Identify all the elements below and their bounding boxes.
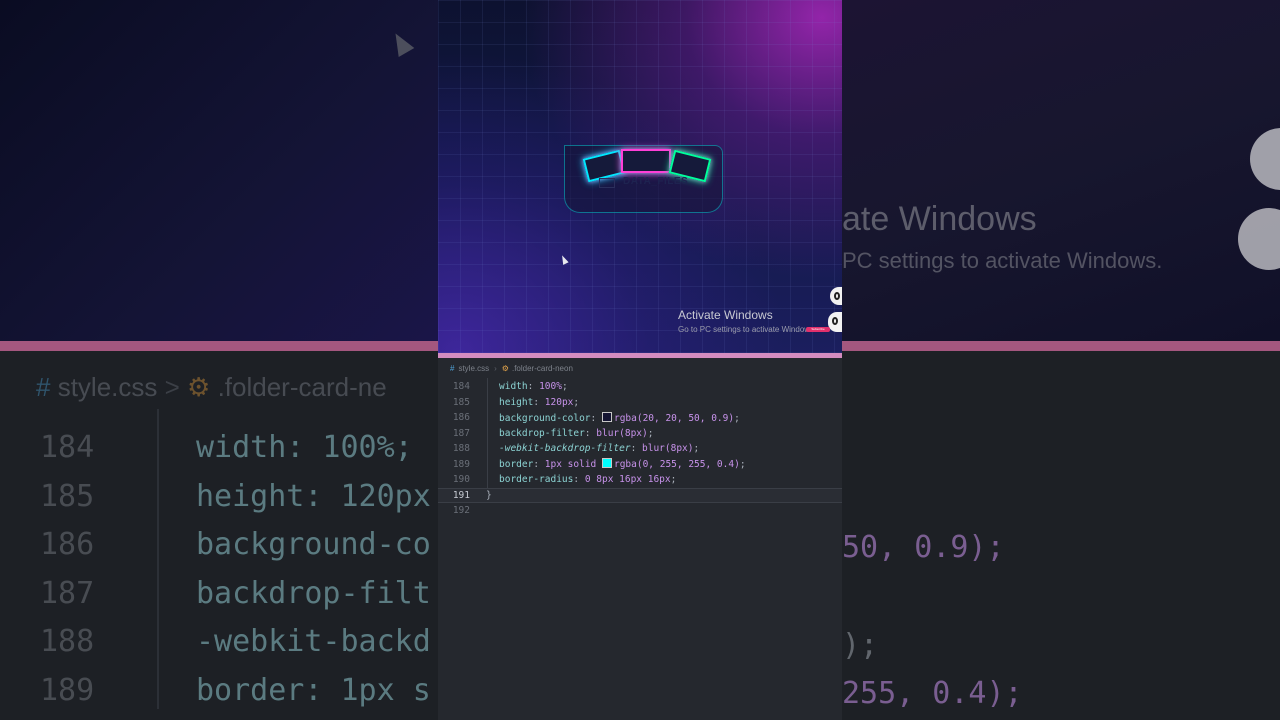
left-backdrop-code: backdrop-filt xyxy=(196,575,431,611)
line-number: 185 xyxy=(452,396,470,408)
folder-label: DATA_FILES xyxy=(623,176,689,187)
right-backdrop-row: 255, 0.4); xyxy=(842,676,1023,711)
color-swatch[interactable] xyxy=(601,458,612,469)
left-backdrop-breadcrumb: # style.css > ⚙ .folder-card-ne xyxy=(36,372,387,402)
code-text: backdrop-filter: blur(8px); xyxy=(499,427,654,439)
code-text: background-color: rgba(20, 20, 50, 0.9); xyxy=(499,411,740,424)
css-value: blur(8px) xyxy=(642,443,694,455)
left-backdrop-crumb-selector: .folder-card-ne xyxy=(217,372,387,402)
code-line[interactable]: 187 backdrop-filter: blur(8px); xyxy=(438,426,842,442)
left-backdrop-line-number: 188 xyxy=(40,624,95,659)
color-swatch[interactable] xyxy=(601,411,612,422)
left-backdrop-crumb-file: style.css xyxy=(57,372,158,402)
left-backdrop-code: -webkit-backd xyxy=(196,624,431,659)
line-number: 184 xyxy=(452,381,470,393)
right-blurred-backdrop: ate Windows PC settings to activate Wind… xyxy=(842,0,1280,720)
line-number: 189 xyxy=(452,458,470,470)
css-property: background-color xyxy=(499,412,591,424)
floating-widget-icon[interactable] xyxy=(830,287,842,305)
left-backdrop-code: border: 1px s xyxy=(196,672,431,708)
floating-widget-icon[interactable] xyxy=(828,312,842,332)
folder-tab-middle xyxy=(621,149,671,173)
code-text: border-radius: 0 8px 16px 16px; xyxy=(499,474,677,486)
right-backdrop-preview xyxy=(842,0,1280,342)
activate-windows-watermark: Activate Windows Go to PC settings to ac… xyxy=(678,308,816,334)
breadcrumb-selector[interactable]: .folder-card-neon xyxy=(512,364,573,373)
css-property: backdrop-filter xyxy=(499,427,585,439)
code-line[interactable]: 190 border-radius: 0 8px 16px 16px; xyxy=(438,472,842,488)
css-property: width xyxy=(499,381,528,393)
code-text: } xyxy=(486,490,492,501)
line-number: 192 xyxy=(452,505,470,517)
css-property: border-radius xyxy=(499,474,574,486)
left-backdrop-code: background-co xyxy=(196,527,431,562)
code-line[interactable]: 189 border: 1px solid rgba(0, 255, 255, 0… xyxy=(438,457,842,473)
code-line[interactable]: 185 height: 120px; xyxy=(438,395,842,411)
code-line[interactable]: 192 xyxy=(438,503,842,519)
left-backdrop-line-number: 184 xyxy=(40,430,95,465)
left-backdrop-accent-bar xyxy=(0,341,438,351)
code-editor[interactable]: # style.css › ⚙ .folder-card-neon 184 wid… xyxy=(438,358,842,720)
code-line[interactable]: 186 background-color: rgba(20, 20, 50, 0.… xyxy=(438,410,842,426)
breadcrumb-file[interactable]: style.css xyxy=(458,364,489,373)
left-backdrop-line-number: 185 xyxy=(40,478,95,514)
line-number: 190 xyxy=(452,474,470,486)
chevron-right-icon: › xyxy=(494,363,497,373)
css-file-icon: # xyxy=(450,363,455,373)
main-video-panel: DATA_FILES Activate Windows Go to PC set… xyxy=(438,0,842,720)
left-backdrop-code: width: 100%; xyxy=(196,430,413,465)
left-backdrop-line-number: 186 xyxy=(40,527,95,562)
line-number: 188 xyxy=(452,443,470,455)
line-number: 186 xyxy=(452,412,470,424)
selector-icon: ⚙ xyxy=(501,363,509,373)
css-value: 0 8px 16px 16px xyxy=(584,474,671,486)
code-token: } xyxy=(486,489,492,501)
line-number: 187 xyxy=(452,427,470,439)
css-value: rgba(20, 20, 50, 0.9) xyxy=(613,412,735,424)
right-backdrop-accent-bar xyxy=(842,341,1280,351)
activate-subtitle: Go to PC settings to activate Windows. xyxy=(678,325,817,334)
left-backdrop-line-number: 187 xyxy=(40,575,95,611)
left-backdrop-gutter xyxy=(157,409,159,709)
folder-card-neon[interactable]: DATA_FILES xyxy=(564,145,723,213)
left-blurred-backdrop: # style.css > ⚙ .folder-card-ne 184 width… xyxy=(0,0,438,720)
css-property: -webkit-backdrop-filter xyxy=(499,443,631,455)
code-line[interactable]: 188 -webkit-backdrop-filter: blur(8px); xyxy=(438,441,842,457)
left-backdrop-preview xyxy=(0,0,438,342)
css-value: rgba(0, 255, 255, 0.4) xyxy=(613,459,740,471)
css-value: 100% xyxy=(539,381,562,393)
line-number: 191 xyxy=(452,489,470,501)
css-value: 1px solid xyxy=(544,459,602,471)
right-backdrop-activate-subtitle: PC settings to activate Windows. xyxy=(842,248,1163,273)
css-value: blur(8px) xyxy=(596,427,648,439)
subscribe-button[interactable]: Subscribe xyxy=(806,327,830,332)
code-text: width: 100%; xyxy=(499,381,568,393)
code-text: border: 1px solid rgba(0, 255, 255, 0.4)… xyxy=(499,458,746,471)
left-backdrop-line-number: 189 xyxy=(40,672,95,708)
right-backdrop-row: 50, 0.9); xyxy=(842,530,1005,565)
breadcrumb: # style.css › ⚙ .folder-card-neon xyxy=(438,358,842,378)
css-property: height xyxy=(499,396,534,408)
code-line[interactable]: 191} xyxy=(438,487,842,503)
right-backdrop-activate-title: ate Windows xyxy=(842,200,1037,238)
css-property: border xyxy=(499,459,534,471)
code-line[interactable]: 184 width: 100%; xyxy=(438,379,842,395)
activate-title: Activate Windows xyxy=(678,308,773,322)
code-text: height: 120px; xyxy=(499,396,580,408)
right-backdrop-row: ); xyxy=(842,628,879,663)
browser-preview: DATA_FILES Activate Windows Go to PC set… xyxy=(438,0,842,353)
folder-icon xyxy=(599,178,615,188)
code-text: -webkit-backdrop-filter: blur(8px); xyxy=(499,443,700,455)
css-value: 120px xyxy=(544,396,574,408)
left-backdrop-code: height: 120px xyxy=(196,478,431,514)
